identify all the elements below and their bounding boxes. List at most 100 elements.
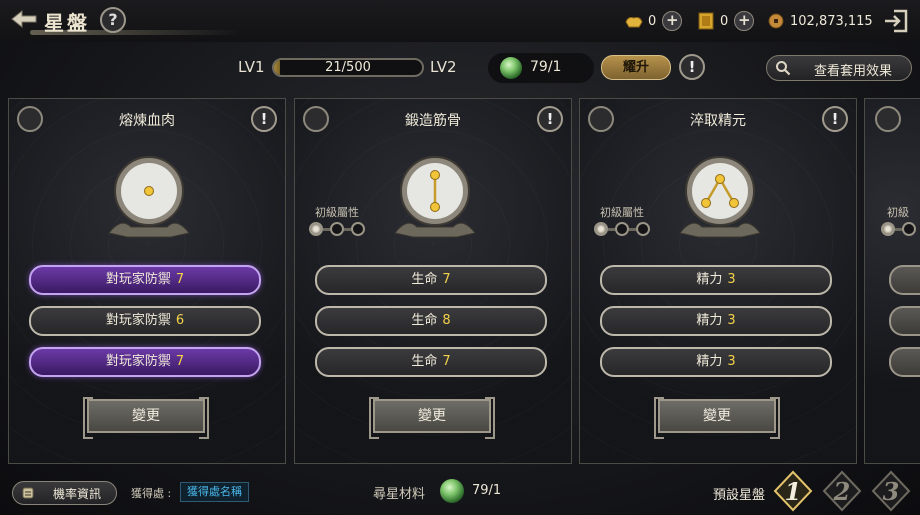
help-button[interactable]: ? bbox=[100, 7, 126, 33]
lock-icon[interactable] bbox=[303, 106, 329, 132]
star-stone-icon bbox=[440, 479, 464, 503]
currency-coin: 102,873,115 bbox=[766, 10, 879, 32]
change-button[interactable]: 變更 bbox=[654, 397, 780, 439]
stat-value: 7 bbox=[442, 354, 451, 369]
stat-name: 對玩家防禦 bbox=[105, 313, 171, 328]
preset-1-button[interactable]: 1 bbox=[773, 470, 813, 512]
upgrade-button[interactable]: 耀升 bbox=[601, 55, 671, 80]
stat-slot-3[interactable]: 生命 7 bbox=[315, 347, 547, 377]
star-stone-icon bbox=[500, 57, 522, 79]
locked-stat-slot-3[interactable] bbox=[889, 347, 920, 377]
preset-2-button[interactable]: 2 bbox=[822, 470, 862, 512]
locked-stat-slot-1[interactable] bbox=[889, 265, 920, 295]
change-button[interactable]: 變更 bbox=[369, 397, 495, 439]
lock-icon[interactable] bbox=[17, 106, 43, 132]
grade-dot bbox=[594, 222, 608, 236]
grade-dot bbox=[309, 222, 323, 236]
level-row: LV1 21/500 LV2 79/1 耀升 ! 查看套用效果 bbox=[0, 53, 920, 83]
stat-name: 精力 bbox=[696, 313, 723, 328]
material-count: 79/1 bbox=[472, 483, 502, 498]
stat-slot-2[interactable]: 生命 8 bbox=[315, 306, 547, 336]
exit-icon[interactable] bbox=[882, 7, 910, 35]
attribute-grade-indicator bbox=[594, 221, 654, 237]
stat-name: 對玩家防禦 bbox=[105, 272, 171, 287]
attribute-grade-indicator bbox=[881, 221, 920, 237]
stat-name: 精力 bbox=[696, 354, 723, 369]
stat-name: 精力 bbox=[696, 272, 723, 287]
add-ticket-button[interactable]: + bbox=[734, 11, 755, 31]
constellation-two-stars-icon[interactable] bbox=[387, 153, 483, 243]
obtain-source-label: 獲得處 : bbox=[131, 487, 172, 500]
upgrade-info-button[interactable]: ! bbox=[679, 54, 705, 80]
stat-name: 對玩家防禦 bbox=[105, 354, 171, 369]
grade-dot bbox=[351, 222, 365, 236]
coin-icon bbox=[768, 13, 784, 29]
star-stone-value: 79/1 bbox=[530, 59, 562, 75]
grade-dot bbox=[330, 222, 344, 236]
stat-name: 生命 bbox=[411, 272, 438, 287]
panel-info-button[interactable]: ! bbox=[251, 106, 277, 132]
preset-3-button[interactable]: 3 bbox=[871, 470, 911, 512]
top-bar: 星盤 ? 0 + 0 + 102,873,115 bbox=[0, 0, 920, 42]
ticket-value: 0 bbox=[720, 13, 729, 29]
panel-title: 鍛造筋骨 bbox=[405, 113, 461, 129]
gold-ingot-icon bbox=[625, 17, 643, 28]
stat-value: 3 bbox=[727, 354, 736, 369]
material-label: 尋星材料 bbox=[373, 487, 426, 502]
stat-slot-2[interactable]: 精力 3 bbox=[600, 306, 832, 336]
star-panel-3: 淬取精元 ! 初級屬性 精力 3 精力 3 精力 3 變更 bbox=[579, 98, 857, 464]
lock-icon[interactable] bbox=[875, 106, 901, 132]
lock-icon[interactable] bbox=[588, 106, 614, 132]
level-to-label: LV2 bbox=[430, 58, 457, 76]
stat-value: 7 bbox=[442, 272, 451, 287]
preset-number: 1 bbox=[785, 477, 802, 506]
bottom-bar: 機率資訊 獲得處 : 獲得處名稱 尋星材料 79/1 預設星盤 1 2 3 bbox=[0, 470, 920, 515]
gold-ingot-value: 0 bbox=[648, 13, 657, 29]
ticket-icon bbox=[698, 12, 714, 30]
preset-label: 預設星盤 bbox=[713, 488, 766, 503]
attribute-grade-indicator bbox=[309, 221, 369, 237]
constellation-three-stars-icon[interactable] bbox=[672, 153, 768, 243]
exp-progress-text: 21/500 bbox=[325, 60, 371, 75]
probability-info-button[interactable]: 機率資訊 bbox=[12, 481, 117, 505]
panel-title: 熔煉血肉 bbox=[119, 113, 175, 129]
back-arrow-icon[interactable] bbox=[10, 8, 38, 30]
stat-name: 生命 bbox=[411, 313, 438, 328]
constellation-single-star-icon[interactable] bbox=[101, 153, 197, 243]
stat-slot-1[interactable]: 對玩家防禦 7 bbox=[29, 265, 261, 295]
star-panel-4-partial: 初級 bbox=[864, 98, 920, 464]
stat-slot-3[interactable]: 對玩家防禦 7 bbox=[29, 347, 261, 377]
stat-value: 3 bbox=[727, 272, 736, 287]
stat-slot-3[interactable]: 精力 3 bbox=[600, 347, 832, 377]
view-set-effect-button[interactable]: 查看套用效果 bbox=[766, 55, 912, 81]
scroll-icon bbox=[22, 487, 34, 499]
level-from-label: LV1 bbox=[238, 58, 265, 76]
stat-slot-1[interactable]: 生命 7 bbox=[315, 265, 547, 295]
stat-value: 6 bbox=[175, 313, 185, 328]
stat-slot-2[interactable]: 對玩家防禦 6 bbox=[29, 306, 261, 336]
locked-stat-slot-2[interactable] bbox=[889, 306, 920, 336]
panel-info-button[interactable]: ! bbox=[537, 106, 563, 132]
currency-gold-ingot: 0 + bbox=[624, 10, 683, 32]
stat-slot-1[interactable]: 精力 3 bbox=[600, 265, 832, 295]
change-button[interactable]: 變更 bbox=[83, 397, 209, 439]
grade-dot bbox=[636, 222, 650, 236]
add-gold-ingot-button[interactable]: + bbox=[662, 11, 683, 31]
stat-value: 7 bbox=[175, 354, 185, 369]
obtain-source-link[interactable]: 獲得處名稱 bbox=[180, 482, 249, 502]
stat-value: 7 bbox=[175, 272, 185, 287]
preset-number: 2 bbox=[833, 477, 851, 506]
page-title: 星盤 bbox=[44, 11, 90, 35]
search-icon bbox=[776, 61, 791, 76]
exp-progress-bar: 21/500 bbox=[272, 58, 424, 77]
stat-value: 3 bbox=[727, 313, 736, 328]
probability-info-label: 機率資訊 bbox=[52, 487, 101, 501]
star-panel-1: 熔煉血肉 ! 對玩家防禦 7 對玩家防禦 6 對玩家防禦 7 變更 bbox=[8, 98, 286, 464]
currency-ticket: 0 + bbox=[696, 10, 755, 32]
star-panel-2: 鍛造筋骨 ! 初級屬性 生命 7 生命 8 生命 7 變更 bbox=[294, 98, 572, 464]
view-set-effect-label: 查看套用效果 bbox=[813, 64, 892, 79]
grade-dot bbox=[615, 222, 629, 236]
panel-info-button[interactable]: ! bbox=[822, 106, 848, 132]
coin-value: 102,873,115 bbox=[790, 13, 873, 29]
panel-title: 淬取精元 bbox=[690, 113, 746, 129]
